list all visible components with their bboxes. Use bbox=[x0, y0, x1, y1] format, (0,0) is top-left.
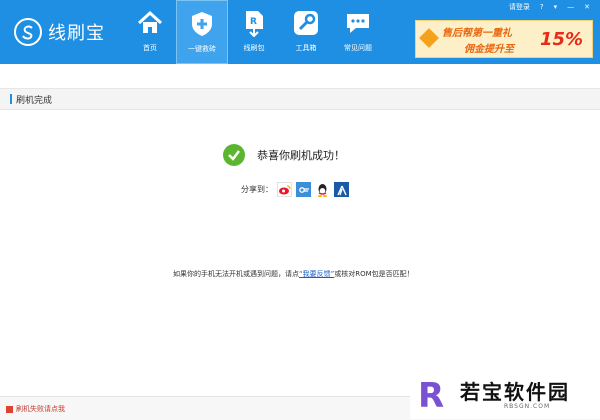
warning-icon bbox=[6, 405, 13, 413]
flash-failed-link[interactable]: 刷机失败请点我 bbox=[6, 404, 65, 414]
nav-home-label: 首页 bbox=[143, 44, 157, 52]
close-icon[interactable]: ✕ bbox=[584, 3, 590, 11]
nav-toolbox[interactable]: 工具箱 bbox=[280, 0, 332, 64]
share-bar: 分享到： bbox=[241, 182, 349, 197]
tencent-weibo-icon[interactable] bbox=[296, 182, 311, 197]
menu-dropdown-icon[interactable]: ▾ bbox=[554, 3, 558, 11]
watermark-brand: 若宝软件园 bbox=[460, 380, 570, 404]
home-icon bbox=[135, 8, 165, 38]
help-suffix: 或核对ROM包是否匹配！ bbox=[334, 270, 414, 278]
watermark-logo-icon: R bbox=[418, 376, 445, 416]
help-text: 如果你的手机无法开机或遇到问题，请点“我要反馈”或核对ROM包是否匹配！ bbox=[173, 269, 414, 279]
promo-percent: 15% bbox=[540, 29, 584, 50]
help-prefix: 如果你的手机无法开机或遇到问题，请点 bbox=[173, 270, 299, 278]
main-nav: 首页 一键救砖 R 线刷包 工具箱 常见问题 bbox=[124, 0, 384, 64]
svg-text:R: R bbox=[250, 17, 257, 27]
app-name: 线刷宝 bbox=[48, 23, 105, 44]
success-text: 恭喜你刷机成功！ bbox=[257, 149, 345, 162]
weibo-icon[interactable] bbox=[277, 182, 292, 197]
minimize-icon[interactable]: — bbox=[567, 3, 574, 11]
chat-bubble-icon bbox=[343, 8, 373, 38]
site-watermark: R 若宝软件园 RBSGN.COM bbox=[410, 372, 600, 419]
nav-one-click-rescue[interactable]: 一键救砖 bbox=[176, 0, 228, 64]
flash-failed-text: 刷机失败请点我 bbox=[16, 405, 65, 413]
nav-faq-label: 常见问题 bbox=[344, 44, 372, 52]
window-controls: 请登录 ? ▾ — ✕ bbox=[499, 2, 590, 12]
check-circle-icon bbox=[223, 144, 245, 166]
renren-icon[interactable] bbox=[334, 182, 349, 197]
nav-one-click-rescue-label: 一键救砖 bbox=[188, 45, 216, 53]
success-message: 恭喜你刷机成功！ bbox=[223, 144, 345, 166]
promo-badge-icon bbox=[419, 28, 439, 48]
login-link[interactable]: 请登录 bbox=[509, 2, 530, 12]
wrench-icon bbox=[291, 8, 321, 38]
help-button[interactable]: ? bbox=[540, 3, 544, 11]
title-bar: 线刷宝 首页 一键救砖 R 线刷包 工具箱 常见问题 请登录 ? ▾ — ✕ 售… bbox=[0, 0, 600, 64]
app-logo: 线刷宝 bbox=[14, 18, 105, 46]
promo-line2: 佣金提升至 bbox=[464, 44, 514, 55]
nav-rom-package[interactable]: R 线刷包 bbox=[228, 0, 280, 64]
section-title: 刷机完成 bbox=[16, 96, 53, 106]
share-label: 分享到： bbox=[241, 185, 273, 194]
section-header: 刷机完成 bbox=[0, 88, 600, 110]
watermark-url: RBSGN.COM bbox=[504, 403, 551, 410]
shield-plus-icon bbox=[187, 9, 217, 39]
section-marker bbox=[10, 94, 12, 104]
nav-home[interactable]: 首页 bbox=[124, 0, 176, 64]
feedback-link[interactable]: “我要反馈” bbox=[299, 270, 334, 278]
nav-toolbox-label: 工具箱 bbox=[295, 44, 317, 52]
rom-package-icon: R bbox=[239, 8, 269, 38]
nav-faq[interactable]: 常见问题 bbox=[332, 0, 384, 64]
promo-banner[interactable]: 售后帮第一重礼 佣金提升至 15% bbox=[415, 20, 593, 58]
logo-icon bbox=[14, 18, 42, 46]
promo-line1: 售后帮第一重礼 bbox=[442, 28, 512, 39]
qq-icon[interactable] bbox=[315, 182, 330, 197]
nav-rom-package-label: 线刷包 bbox=[243, 44, 265, 52]
